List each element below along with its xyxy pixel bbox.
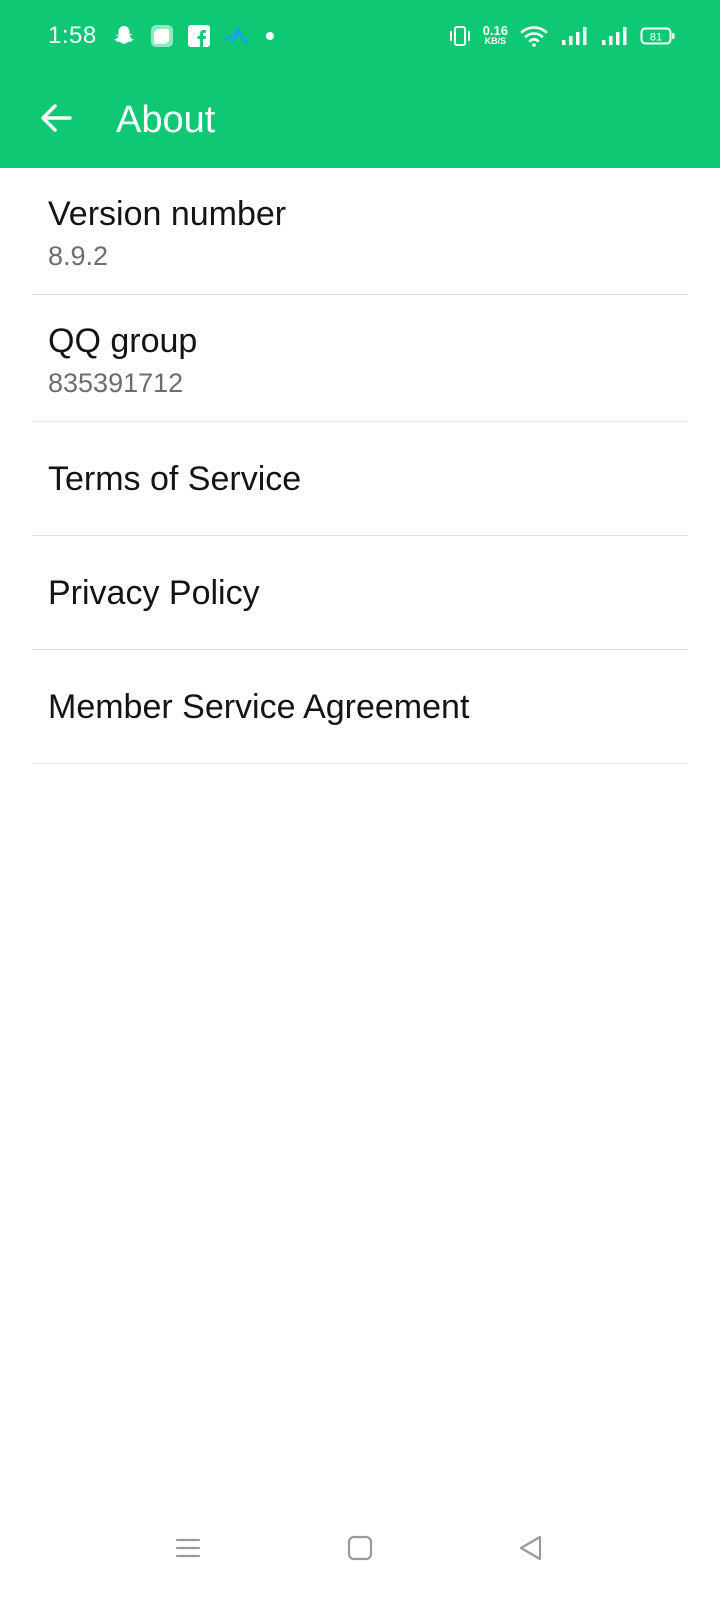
battery-icon: 81 [640,25,676,47]
wifi-icon [520,24,548,48]
list-item-version-number[interactable]: Version number 8.9.2 [32,168,688,295]
list-item-privacy-policy[interactable]: Privacy Policy [32,536,688,650]
home-square-icon [346,1534,374,1567]
back-triangle-icon [516,1534,544,1567]
settings-list: Version number 8.9.2 QQ group 835391712 … [0,168,720,764]
list-item-subtitle: 835391712 [48,368,184,398]
menu-icon [174,1534,202,1567]
list-item-title: Terms of Service [48,460,302,498]
app-icon [150,24,174,48]
recent-apps-button[interactable] [164,1526,212,1574]
battery-level: 81 [650,32,662,44]
snapchat-icon [112,24,136,48]
list-item-title: QQ group [48,322,198,360]
list-item-title: Privacy Policy [48,574,260,612]
list-item-terms-of-service[interactable]: Terms of Service [32,422,688,536]
list-item-title: Version number [48,195,287,233]
signal-icon [600,25,628,47]
list-item-qq-group[interactable]: QQ group 835391712 [32,295,688,422]
status-time: 1:58 [48,22,97,49]
vibrate-icon [449,24,471,48]
list-item-subtitle: 8.9.2 [48,241,109,271]
notification-icons [112,22,276,50]
list-item-title: Member Service Agreement [48,688,470,726]
arrow-left-icon [36,98,76,143]
app-bar: About [0,72,720,168]
signal-icon [560,25,588,47]
about-screen: 1:58 0.16 KB/S 81 About Version number 8… [0,0,720,1600]
system-status-icons: 0.16 KB/S 81 [449,22,676,50]
network-speed: 0.16 KB/S [482,23,508,47]
network-speed-value: 0.16 [482,23,508,38]
page-title: About [116,99,216,141]
dot-icon [264,30,276,42]
telenor-icon [224,24,250,48]
navigation-bar [0,1500,720,1600]
home-button[interactable] [336,1526,384,1574]
list-item-member-service-agreement[interactable]: Member Service Agreement [32,650,688,764]
back-button[interactable] [24,88,88,152]
back-nav-button[interactable] [506,1526,554,1574]
network-speed-unit: KB/S [484,36,507,46]
header: 1:58 0.16 KB/S 81 About [0,0,720,168]
status-bar: 1:58 0.16 KB/S 81 [0,0,720,72]
facebook-icon [188,25,210,47]
